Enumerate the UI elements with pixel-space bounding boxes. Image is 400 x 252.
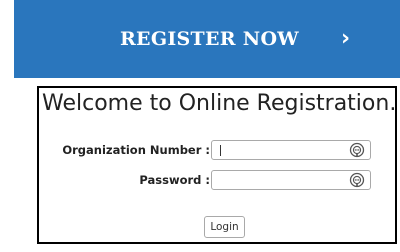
organization-number-row: Organization Number : bbox=[39, 140, 395, 162]
login-panel: Welcome to Online Registration. Organiza… bbox=[37, 86, 397, 244]
key-icon[interactable] bbox=[349, 172, 365, 188]
register-now-label: REGISTER NOW bbox=[119, 28, 299, 50]
page-title: Welcome to Online Registration. bbox=[42, 91, 397, 116]
organization-number-field-box bbox=[211, 140, 371, 160]
password-row: Password : bbox=[39, 170, 395, 192]
password-input[interactable] bbox=[215, 172, 345, 188]
chevron-right-icon: › bbox=[340, 25, 351, 51]
register-now-button[interactable]: REGISTER NOW › bbox=[14, 0, 400, 78]
password-label: Password : bbox=[139, 173, 210, 187]
login-button[interactable]: Login bbox=[204, 216, 245, 238]
organization-number-label: Organization Number : bbox=[62, 143, 210, 157]
organization-number-input[interactable] bbox=[215, 142, 345, 158]
password-field-box bbox=[211, 170, 371, 190]
key-icon[interactable] bbox=[349, 142, 365, 158]
text-cursor bbox=[220, 145, 221, 156]
